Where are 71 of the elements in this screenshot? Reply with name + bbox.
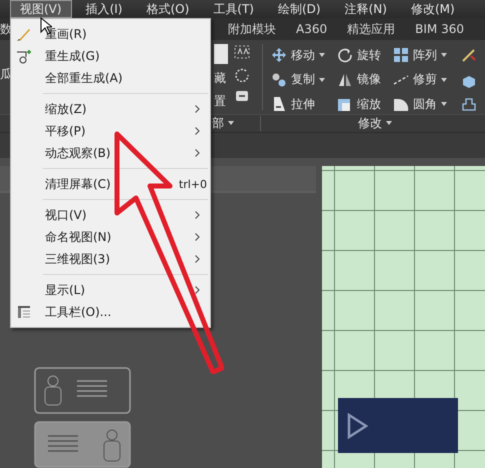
menu-title[interactable]: 修改(M) xyxy=(400,0,465,18)
tool-button[interactable]: 移动 xyxy=(271,46,337,64)
mirror-icon xyxy=(337,72,353,88)
ribbon-tab[interactable]: 附加模块 xyxy=(228,20,276,38)
tool-button[interactable]: 修剪 xyxy=(393,70,461,89)
caret-icon xyxy=(441,53,447,57)
tool-button[interactable]: 旋转 xyxy=(337,46,393,64)
fillet-icon xyxy=(393,96,409,112)
menu-item[interactable]: 显示(L) xyxy=(45,282,86,298)
stretch-icon xyxy=(271,96,287,112)
shortcut-text: trl+0 xyxy=(178,178,207,190)
menu-item[interactable]: 缩放(Z) xyxy=(45,100,87,118)
chevron-icon xyxy=(195,233,200,241)
menu-item[interactable]: 命名视图(N) xyxy=(45,228,112,246)
ribbon-label: 藏 xyxy=(214,70,227,87)
pencil-icon xyxy=(16,26,32,42)
caret-icon xyxy=(228,121,234,125)
caret-icon xyxy=(441,78,447,82)
button-icon xyxy=(214,44,228,64)
rotate-icon xyxy=(234,66,250,82)
move-icon xyxy=(271,47,287,63)
ribbon-tab[interactable]: BIM 360 xyxy=(415,22,464,36)
menu-item[interactable]: 重生成(G) xyxy=(45,48,100,64)
chevron-icon xyxy=(195,149,200,157)
caret-icon xyxy=(319,78,325,82)
panel-title[interactable]: 部 xyxy=(212,115,256,131)
regenerate-icon xyxy=(16,48,34,64)
sync-icon xyxy=(234,88,250,104)
tool-button[interactable]: 镜像 xyxy=(337,70,393,89)
panel-title[interactable]: 修改 xyxy=(265,115,485,131)
tool-button[interactable]: 圆角 xyxy=(393,95,461,114)
tool-button[interactable]: 拉伸 xyxy=(271,95,337,114)
menu-title[interactable]: 视图(V) xyxy=(10,0,72,18)
chevron-icon xyxy=(195,211,200,219)
caret-icon xyxy=(441,102,447,106)
brush-icon xyxy=(461,47,477,63)
ribbon-tab[interactable]: 精选应用 xyxy=(347,20,396,38)
chevron-icon xyxy=(195,255,200,263)
menu-title[interactable]: 注释(N) xyxy=(334,0,397,18)
ribbon-label: 置 xyxy=(214,93,227,110)
array-icon xyxy=(393,47,409,63)
menu-title[interactable]: 插入(I) xyxy=(76,0,132,18)
menu-item[interactable]: 三维视图(3) xyxy=(45,250,110,268)
play-icon xyxy=(346,412,368,438)
caret-icon xyxy=(319,53,325,57)
ribbon-tab[interactable]: A360 xyxy=(296,22,328,36)
shape-icon xyxy=(461,96,477,112)
menu-item[interactable]: 全部重生成(A) xyxy=(45,70,123,86)
rotate-icon xyxy=(337,47,353,63)
tool-button[interactable]: 复制 xyxy=(271,70,337,89)
menu-title[interactable]: 绘制(D) xyxy=(268,0,331,18)
scale-icon xyxy=(337,96,353,112)
menu-item[interactable]: 动态观察(B) xyxy=(45,144,111,162)
menu-item[interactable]: 清理屏幕(C) xyxy=(45,176,111,192)
chevron-icon xyxy=(195,127,200,135)
copy-icon xyxy=(271,72,287,88)
toolbar-icon xyxy=(16,304,32,320)
menu-item[interactable]: 平移(P) xyxy=(45,122,86,140)
menu-item[interactable]: 工具栏(O)... xyxy=(45,304,112,320)
menu-item[interactable]: 视口(V) xyxy=(45,206,87,224)
caret-icon xyxy=(386,121,392,125)
chevron-icon xyxy=(195,286,200,294)
tool-button[interactable]: 缩放 xyxy=(337,95,393,114)
chevron-icon xyxy=(195,105,200,113)
tool-button[interactable]: 阵列 xyxy=(393,46,461,64)
menu-title[interactable]: 格式(O) xyxy=(136,0,200,18)
ribbon-tab[interactable]: 数 xyxy=(0,20,12,38)
menu-title[interactable]: 工具(T) xyxy=(203,0,264,18)
contact-card-icon xyxy=(34,367,131,414)
text-align-icon xyxy=(234,44,250,60)
drawing-canvas[interactable] xyxy=(322,166,485,468)
